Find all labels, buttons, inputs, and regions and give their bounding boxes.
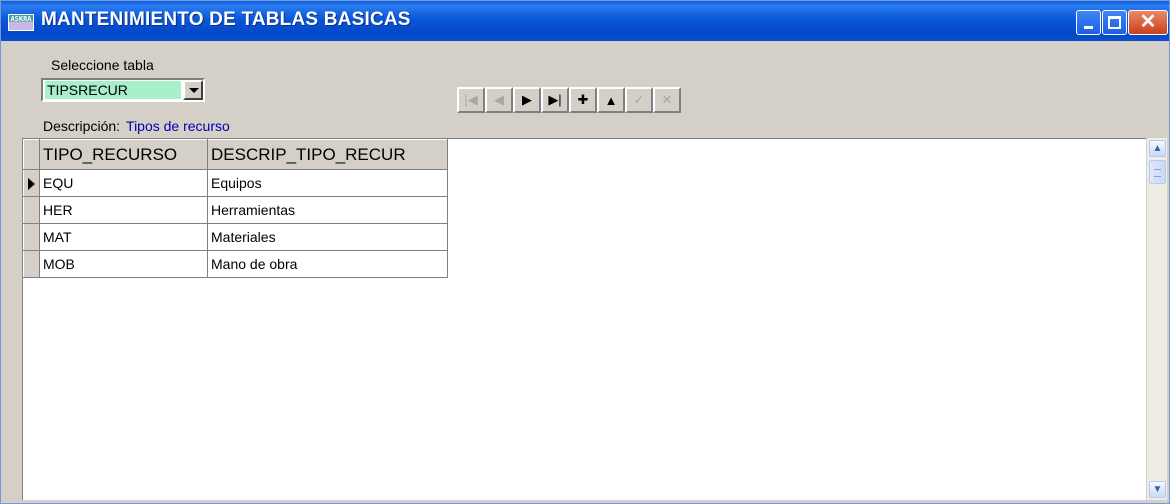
description-label: Descripción: xyxy=(43,118,121,134)
insert-record-button[interactable]: ✚ xyxy=(569,87,597,113)
data-grid[interactable]: TIPO_RECURSO DESCRIP_TIPO_RECUR EQU Equip… xyxy=(22,138,1146,500)
scroll-down-button[interactable]: ▼ xyxy=(1149,481,1166,498)
table-select-combobox[interactable]: TIPSRECUR xyxy=(41,78,205,102)
table-select-dropdown-button[interactable] xyxy=(183,80,203,100)
scroll-thumb[interactable] xyxy=(1149,160,1166,184)
table-row[interactable]: MAT Materiales xyxy=(23,223,448,251)
table-row[interactable]: MOB Mano de obra xyxy=(23,250,448,278)
chevron-down-icon: ▼ xyxy=(1152,484,1163,495)
maximize-icon xyxy=(1108,16,1121,29)
app-icon-text: ASKRA xyxy=(10,15,32,23)
description-value: Tipos de recurso xyxy=(126,118,230,134)
row-indicator[interactable] xyxy=(23,169,40,197)
close-button[interactable]: ✕ xyxy=(1128,10,1168,35)
next-record-icon: ▶ xyxy=(522,92,532,107)
cell-tipo-recurso[interactable]: MOB xyxy=(39,250,208,278)
cell-tipo-recurso[interactable]: EQU xyxy=(39,169,208,197)
column-header-descrip-tipo-recur[interactable]: DESCRIP_TIPO_RECUR xyxy=(207,139,448,170)
post-edit-icon: ✓ xyxy=(633,92,645,107)
description-row: Descripción: Tipos de recurso xyxy=(43,118,230,134)
window-title: MANTENIMIENTO DE TABLAS BASICAS xyxy=(41,9,411,30)
last-record-icon: ▶| xyxy=(548,92,562,107)
cancel-edit-icon: ✕ xyxy=(661,92,673,107)
main-window: ASKRA MANTENIMIENTO DE TABLAS BASICAS ✕ … xyxy=(0,0,1170,504)
vertical-scrollbar[interactable]: ▲ ▼ xyxy=(1146,138,1167,500)
current-row-arrow-icon xyxy=(28,178,35,191)
prior-record-icon: ◀ xyxy=(494,92,504,107)
prior-record-button[interactable]: ◀ xyxy=(485,87,513,113)
insert-record-icon: ✚ xyxy=(577,92,589,107)
scroll-up-button[interactable]: ▲ xyxy=(1149,140,1166,157)
maximize-button[interactable] xyxy=(1102,10,1127,35)
table-select-label: Seleccione tabla xyxy=(51,57,154,73)
table-row[interactable]: HER Herramientas xyxy=(23,196,448,224)
row-indicator[interactable] xyxy=(23,223,40,251)
minimize-icon xyxy=(1084,26,1093,29)
grid-header-row: TIPO_RECURSO DESCRIP_TIPO_RECUR xyxy=(23,139,448,170)
table-row[interactable]: EQU Equipos xyxy=(23,169,448,197)
first-record-button[interactable]: |◀ xyxy=(457,87,485,113)
chevron-down-icon xyxy=(189,88,199,93)
header-indicator-cell xyxy=(23,139,40,170)
close-icon: ✕ xyxy=(1139,11,1157,33)
cell-tipo-recurso[interactable]: MAT xyxy=(39,223,208,251)
cell-tipo-recurso[interactable]: HER xyxy=(39,196,208,224)
table-select-value[interactable]: TIPSRECUR xyxy=(45,81,181,99)
chevron-up-icon: ▲ xyxy=(1152,143,1163,154)
app-icon[interactable]: ASKRA xyxy=(8,14,34,31)
db-navigator: |◀ ◀ ▶ ▶| ✚ ▲ ✓ ✕ xyxy=(457,87,681,113)
cell-descrip-tipo-recur[interactable]: Materiales xyxy=(207,223,448,251)
cell-descrip-tipo-recur[interactable]: Herramientas xyxy=(207,196,448,224)
first-record-icon: |◀ xyxy=(464,92,478,107)
row-indicator[interactable] xyxy=(23,196,40,224)
column-header-tipo-recurso[interactable]: TIPO_RECURSO xyxy=(39,139,208,170)
grid-table: TIPO_RECURSO DESCRIP_TIPO_RECUR EQU Equip… xyxy=(23,139,448,278)
delete-record-icon: ▲ xyxy=(604,92,618,108)
cell-descrip-tipo-recur[interactable]: Equipos xyxy=(207,169,448,197)
delete-record-button[interactable]: ▲ xyxy=(597,87,625,113)
row-indicator[interactable] xyxy=(23,250,40,278)
cell-descrip-tipo-recur[interactable]: Mano de obra xyxy=(207,250,448,278)
post-edit-button[interactable]: ✓ xyxy=(625,87,653,113)
title-bar[interactable]: ASKRA MANTENIMIENTO DE TABLAS BASICAS ✕ xyxy=(1,1,1169,41)
cancel-edit-button[interactable]: ✕ xyxy=(653,87,681,113)
last-record-button[interactable]: ▶| xyxy=(541,87,569,113)
minimize-button[interactable] xyxy=(1076,10,1101,35)
next-record-button[interactable]: ▶ xyxy=(513,87,541,113)
